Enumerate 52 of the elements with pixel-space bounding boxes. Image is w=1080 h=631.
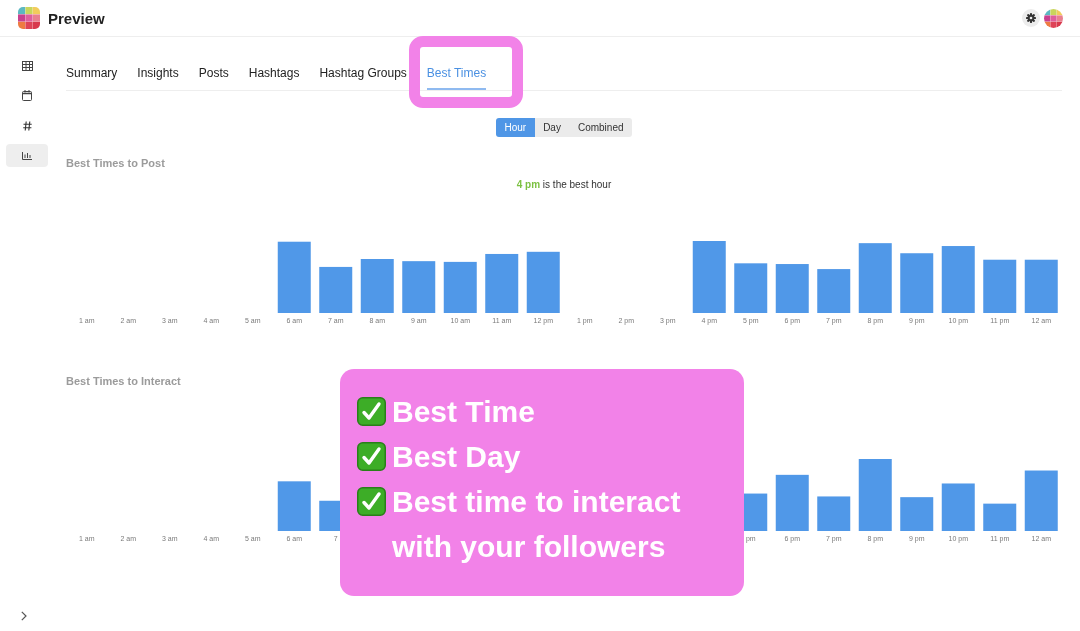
avatar-icon[interactable] bbox=[1044, 8, 1063, 28]
promo-text: Best time to interact with your followers bbox=[392, 484, 682, 565]
bar bbox=[817, 496, 851, 531]
tab[interactable]: Hashtag Groups bbox=[319, 60, 407, 90]
bar bbox=[983, 503, 1017, 531]
bar bbox=[817, 269, 851, 313]
tab[interactable]: Posts bbox=[198, 60, 229, 90]
segment-button[interactable]: Combined bbox=[569, 118, 633, 137]
chevron-right-icon bbox=[21, 611, 27, 621]
bar bbox=[734, 263, 768, 313]
bar bbox=[485, 253, 519, 313]
bar bbox=[360, 259, 394, 313]
segment-button[interactable]: Day bbox=[534, 118, 570, 137]
bar-chart-icon bbox=[22, 151, 32, 160]
bar bbox=[858, 243, 892, 313]
chart-title: Best Times to Post bbox=[66, 156, 166, 170]
bar bbox=[1024, 470, 1058, 531]
table-icon bbox=[21, 60, 33, 71]
settings-icon bbox=[1026, 13, 1036, 23]
bar bbox=[858, 459, 892, 531]
promo-text: Best Day bbox=[392, 439, 521, 475]
settings-button[interactable] bbox=[1022, 9, 1040, 27]
bar bbox=[319, 266, 353, 313]
bar bbox=[692, 241, 726, 313]
bar bbox=[941, 483, 975, 531]
promo-text: Best Time bbox=[392, 394, 535, 430]
nav-button[interactable] bbox=[6, 144, 48, 167]
expand-sidebar-button[interactable] bbox=[21, 611, 27, 621]
bar bbox=[277, 481, 311, 531]
logo-icon bbox=[18, 7, 40, 29]
bar bbox=[526, 251, 560, 313]
bar bbox=[277, 241, 311, 313]
checkmark-icon bbox=[357, 442, 386, 471]
hashtag-icon bbox=[22, 120, 32, 131]
tab[interactable]: Summary bbox=[66, 60, 118, 90]
bar bbox=[1024, 259, 1058, 313]
bar bbox=[900, 497, 934, 531]
best-hour-note: 4 pm is the best hour bbox=[516, 178, 612, 192]
tab[interactable]: Hashtags bbox=[248, 60, 300, 90]
bar bbox=[443, 261, 477, 313]
chart-title: Best Times to Interact bbox=[66, 374, 182, 388]
bar bbox=[983, 259, 1017, 313]
calendar-icon bbox=[22, 90, 32, 101]
tab[interactable]: Insights bbox=[137, 60, 179, 90]
bar bbox=[402, 261, 436, 313]
app-title: Preview bbox=[48, 9, 105, 27]
bar bbox=[775, 474, 809, 531]
checkmark-icon bbox=[357, 397, 386, 426]
bar bbox=[900, 253, 934, 313]
bar bbox=[941, 246, 975, 313]
bar bbox=[775, 264, 809, 313]
checkmark-icon bbox=[357, 487, 386, 516]
